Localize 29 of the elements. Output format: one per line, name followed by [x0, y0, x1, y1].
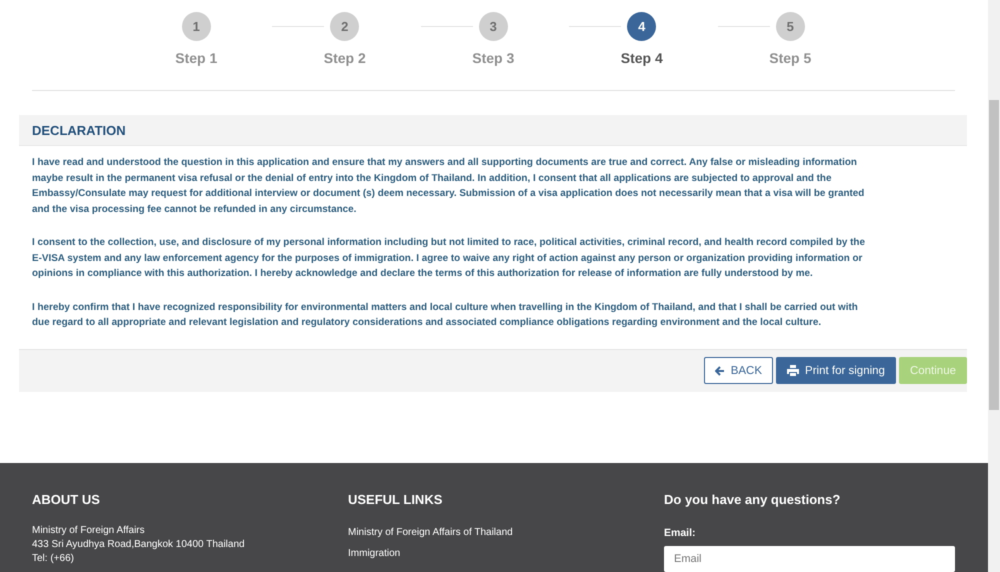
address-line: Tel: (+66) [32, 552, 75, 566]
footer-link[interactable]: Ministry of Foreign Affairs of Thailand [348, 527, 664, 538]
step-number: 3 [478, 12, 508, 41]
footer-heading: Do you have any questions? [664, 492, 842, 507]
declaration-title: DECLARATION [32, 122, 126, 138]
back-button[interactable]: BACK [704, 357, 774, 384]
declaration-paragraph: I consent to the collection, use, and disclosure of my personal information including but not limited to race, political activities, criminal record, and health record compiled by the E-VISA system and any law enforcement agency for the purposes of immigration. I agree to waive any right of action against any person or organization providing information or opinions in compliance with this authorization. I hereby acknowledge and declare the terms of this authorization for release of information are fully understood by me. [32, 236, 866, 281]
step-number: 5 [776, 12, 805, 41]
declaration-paragraph: I hereby confirm that I have recognized responsibility for environmental matters and local culture when travelling in the Kingdom of Thailand, and that I shall be carried out with due regard to all appropriate and relevant legislation and regulatory considerations and associated compliance obligations regarding environment and the local culture. [32, 300, 859, 330]
step-number: 2 [330, 12, 360, 41]
address-line: Ministry of Foreign Affairs [32, 524, 146, 538]
step-label: Step 4 [620, 50, 663, 66]
step-label: Step 3 [472, 50, 514, 66]
step-number: 1 [182, 12, 211, 41]
scrollbar[interactable] [988, 0, 1000, 572]
footer-heading: USEFUL LINKS [348, 492, 444, 507]
address-line: 433 Sri Ayudhya Road,Bangkok 10400 Thailand [32, 538, 246, 552]
email-field[interactable]: Email [664, 546, 955, 572]
email-label: Email: [664, 527, 697, 539]
declaration-paragraph: I have read and understood the question in this application and ensure that my answers and all supporting documents are true and correct. Any false or misleading information maybe result in the permanent visa refusal or the denial of entry into the Kingdom of Thailand. In addition, I consent that all applications are subjected to approval and the Embassy/Consulate may request for additional interview or document (s) deem necessary. Submission of a visa application does not necessarily mean that a visa will be granted and the visa processing fee cannot be refunded in any circumstance. [32, 156, 866, 216]
print-button[interactable]: Print for signing [776, 357, 896, 384]
step-label: Step 2 [324, 50, 366, 66]
footer-link[interactable]: Immigration [348, 548, 664, 559]
arrow-left-icon [714, 366, 725, 376]
step-label: Step 5 [769, 50, 812, 66]
step-number: 4 [627, 12, 656, 41]
step-label: Step 1 [175, 50, 218, 66]
printer-icon [787, 365, 800, 376]
footer-heading: ABOUT US [32, 492, 101, 507]
